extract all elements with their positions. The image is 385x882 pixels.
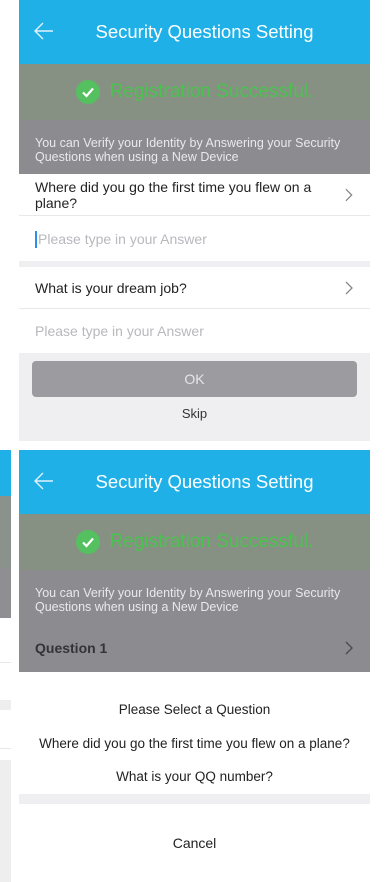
prev-screen-header-edge: [0, 450, 11, 496]
page-title: Security Questions Setting: [95, 21, 314, 42]
cancel-button[interactable]: Cancel: [19, 804, 370, 882]
prev-screen-banner-edge: [0, 496, 11, 568]
page-title: Security Questions Setting: [95, 471, 314, 492]
question-row-2[interactable]: What is your dream job?: [19, 267, 370, 309]
info-text: You can Verify your Identity by Answerin…: [19, 570, 370, 624]
question-1-row[interactable]: Question 1: [19, 624, 370, 672]
info-text: You can Verify your Identity by Answerin…: [19, 120, 370, 174]
prev-screen-divider: [0, 662, 11, 663]
picker-separator: [19, 794, 370, 804]
skip-link[interactable]: Skip: [19, 406, 370, 421]
success-message: Registration Successful.: [109, 81, 314, 102]
ok-button[interactable]: OK: [32, 361, 357, 397]
success-message: Registration Successful.: [109, 531, 314, 552]
chevron-right-icon: [345, 188, 353, 201]
prev-screen-info-edge: [0, 568, 11, 618]
check-circle-icon: [75, 80, 100, 104]
chevron-right-icon: [345, 641, 353, 655]
question-text: Where did you go the first time you flew…: [35, 178, 312, 211]
picker-option-2[interactable]: What is your QQ number?: [19, 769, 370, 784]
prev-screen-divider: [0, 748, 11, 749]
chevron-right-icon: [345, 281, 353, 294]
answer-placeholder: Please type in your Answer: [35, 323, 204, 339]
success-banner: Registration Successful.: [19, 64, 370, 120]
app-header: Security Questions Setting: [19, 0, 370, 64]
check-circle-icon: [75, 530, 100, 554]
picker-option-1[interactable]: Where did you go the first time you flew…: [19, 736, 370, 751]
text-cursor: [35, 230, 37, 248]
question-picker-screen: Security Questions Setting Registration …: [19, 450, 370, 882]
prev-screen-row-edge: [0, 618, 11, 662]
question-row-label: Question 1: [35, 640, 108, 656]
question-picker-sheet: Please Select a Question Where did you g…: [19, 672, 370, 882]
answer-input-1[interactable]: Please type in your Answer: [19, 217, 370, 261]
prev-screen-footer-edge: [0, 760, 11, 882]
app-header: Security Questions Setting: [19, 450, 370, 514]
security-questions-screen: Security Questions Setting Registration …: [19, 0, 370, 441]
prev-screen-gap: [0, 700, 11, 710]
success-banner: Registration Successful.: [19, 514, 370, 570]
question-text: What is your dream job?: [35, 279, 187, 296]
picker-title: Please Select a Question: [118, 702, 271, 717]
question-row-1[interactable]: Where did you go the first time you flew…: [19, 174, 370, 216]
answer-placeholder: Please type in your Answer: [38, 231, 207, 247]
answer-input-2[interactable]: Please type in your Answer: [19, 309, 370, 353]
